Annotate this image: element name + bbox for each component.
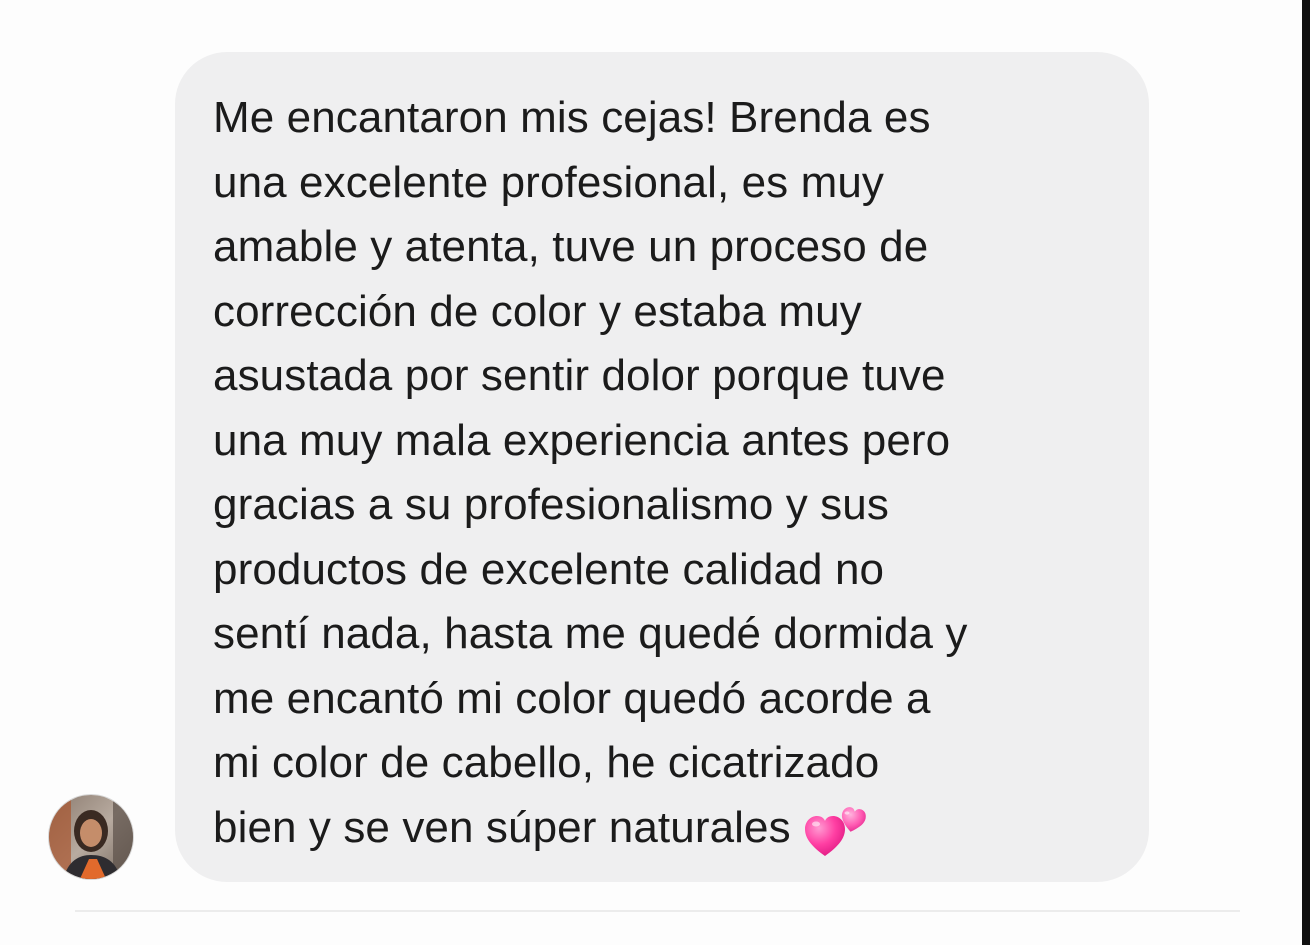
two-hearts-icon [804,806,866,856]
avatar[interactable] [48,794,134,880]
message-text: Me encantaron mis cejas! Brenda es una e… [213,93,968,852]
window-edge [1302,0,1310,945]
user-avatar-photo-icon [49,795,133,879]
message-body: Me encantaron mis cejas! Brenda es una e… [213,86,1119,860]
divider [75,910,1240,912]
message-bubble[interactable]: Me encantaron mis cejas! Brenda es una e… [175,52,1149,882]
chat-area: Me encantaron mis cejas! Brenda es una e… [0,0,1302,945]
